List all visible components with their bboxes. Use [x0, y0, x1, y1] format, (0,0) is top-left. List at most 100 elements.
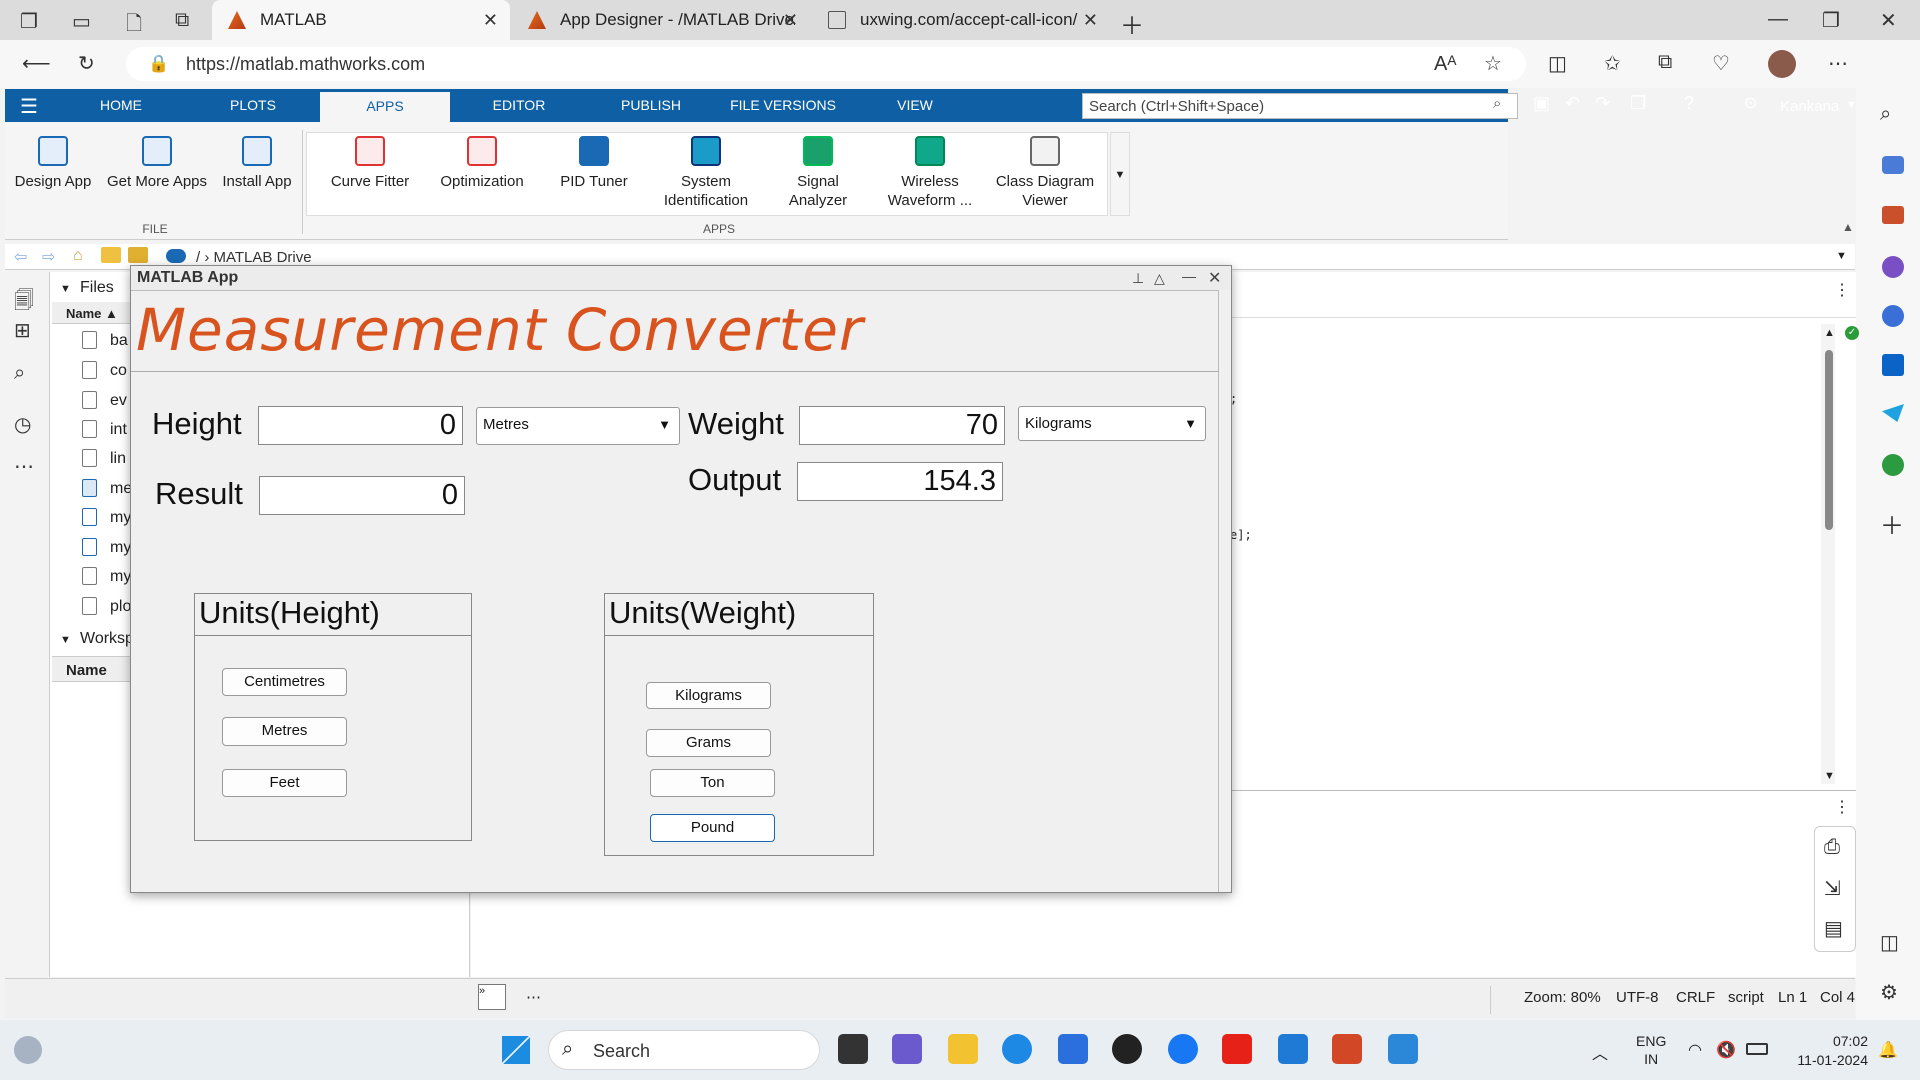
vscode-icon[interactable] — [1278, 1034, 1308, 1064]
language-indicator[interactable]: ENG IN — [1636, 1032, 1666, 1068]
pin-icon[interactable]: ⊥ — [1132, 270, 1144, 287]
undock-icon[interactable]: ⇲ — [1824, 876, 1841, 901]
height-unit-dropdown[interactable]: Metres ▼ — [476, 407, 680, 445]
battery-icon[interactable] — [1746, 1043, 1768, 1055]
command-prompt-icon[interactable]: » — [478, 984, 506, 1010]
print-icon[interactable]: ⎙ — [1824, 836, 1840, 859]
taskbar-search-box[interactable] — [548, 1030, 820, 1070]
back-icon[interactable]: ⟵ — [22, 51, 51, 76]
editor-more-icon[interactable]: ⋮ — [1834, 280, 1850, 300]
encoding-status[interactable]: UTF-8 — [1616, 989, 1659, 1006]
dell-icon[interactable] — [1112, 1034, 1142, 1064]
zoom-status[interactable]: Zoom: 80% — [1524, 989, 1601, 1006]
path-breadcrumb[interactable]: / › MATLAB Drive — [196, 249, 312, 266]
pid-tuner-button[interactable]: PID Tuner — [542, 132, 646, 191]
metres-button[interactable]: Metres — [222, 717, 347, 746]
file-item[interactable]: my — [110, 568, 131, 586]
file-item[interactable]: ba — [110, 332, 128, 350]
page-icon[interactable]: 🗋 — [126, 9, 142, 43]
sidebar-toggle-icon[interactable]: ◫ — [1880, 930, 1899, 955]
user-icon[interactable]: ⊙ — [1744, 93, 1757, 113]
task-view-icon[interactable] — [838, 1034, 868, 1064]
eol-status[interactable]: CRLF — [1676, 989, 1715, 1006]
speaker-muted-icon[interactable]: 🔇 — [1716, 1040, 1736, 1060]
settings-gear-icon[interactable]: ⚙ — [1880, 980, 1898, 1005]
line-status[interactable]: Ln 1 — [1778, 989, 1807, 1006]
lock-icon[interactable]: 🔒 — [148, 54, 169, 74]
minimize-icon[interactable]: — — [1182, 268, 1196, 284]
minimize-icon[interactable]: — — [1768, 8, 1788, 31]
close-window-icon[interactable]: ✕ — [1880, 8, 1897, 33]
teams-chat-icon[interactable] — [892, 1034, 922, 1064]
close-tab-icon[interactable]: ✕ — [1083, 10, 1098, 31]
wifi-icon[interactable]: ◠ — [1688, 1040, 1702, 1060]
file-item[interactable]: ev — [110, 392, 127, 410]
find-files-icon[interactable]: ⌕ — [14, 362, 25, 385]
file-item[interactable]: my — [110, 509, 131, 527]
back-arrow-icon[interactable]: ⇦ — [14, 247, 27, 267]
editor-scrollbar-thumb[interactable] — [1825, 350, 1833, 530]
collapse-workspace-icon[interactable]: ▼ — [60, 634, 71, 646]
favorites-icon[interactable]: ✩ — [1604, 51, 1621, 76]
add-icon[interactable]: ＋ — [1880, 506, 1904, 541]
curve-fitter-button[interactable]: Curve Fitter — [318, 132, 422, 191]
folder-icon[interactable] — [128, 247, 148, 263]
file-item[interactable]: my — [110, 539, 131, 557]
command-window-more-icon[interactable]: ⋮ — [1834, 797, 1850, 817]
edge-browser-icon[interactable] — [1002, 1034, 1032, 1064]
file-item[interactable]: int — [110, 421, 127, 439]
layout-icon[interactable]: ▤ — [1824, 916, 1843, 941]
current-folder-icon[interactable]: 🗐 — [14, 286, 34, 320]
collapse-toolstrip-icon[interactable]: ▲ — [1842, 220, 1854, 234]
workspace-name-header[interactable]: Name — [66, 662, 107, 679]
hamburger-menu-icon[interactable]: ☰ — [20, 94, 38, 119]
widgets-icon[interactable] — [14, 1036, 42, 1064]
windows-start-icon[interactable] — [502, 1036, 530, 1064]
wireless-waveform-button[interactable]: Wireless Waveform ... — [878, 132, 982, 210]
file-item[interactable]: co — [110, 362, 127, 380]
toolbox-icon[interactable] — [1882, 206, 1904, 224]
browser-tab-matlab[interactable]: MATLAB ✕ — [212, 0, 510, 40]
youtube-icon[interactable] — [1222, 1034, 1252, 1064]
tab-editor[interactable]: EDITOR — [454, 89, 584, 122]
ton-button[interactable]: Ton — [650, 769, 775, 797]
outlook-icon[interactable] — [1882, 354, 1904, 376]
design-app-button[interactable]: Design App — [10, 132, 96, 191]
tab-publish[interactable]: PUBLISH — [586, 89, 716, 122]
app-window-title[interactable]: MATLAB App — [131, 266, 1231, 290]
search-icon[interactable]: ⌕ — [1880, 103, 1891, 126]
install-app-button[interactable]: Install App — [216, 132, 298, 191]
close-tab-icon[interactable]: ✕ — [483, 10, 498, 31]
profile-avatar[interactable] — [1768, 50, 1796, 78]
tab-actions-icon[interactable]: ▭ — [72, 9, 91, 34]
system-identification-button[interactable]: System Identification — [654, 132, 758, 210]
redo-icon[interactable]: ↷ — [1595, 93, 1610, 114]
new-tab-icon[interactable]: ＋ — [1120, 6, 1144, 41]
file-item[interactable]: lin — [110, 450, 126, 468]
output-field[interactable]: 154.3 — [797, 462, 1003, 501]
maximize-icon[interactable]: △ — [1154, 270, 1165, 287]
class-diagram-viewer-button[interactable]: Class Diagram Viewer — [990, 132, 1100, 210]
tag-icon[interactable] — [1882, 156, 1904, 174]
feet-button[interactable]: Feet — [222, 769, 347, 797]
copilot-page-icon[interactable]: ⧉ — [175, 9, 189, 32]
tab-home[interactable]: HOME — [56, 89, 186, 122]
browse-folder-icon[interactable] — [101, 247, 121, 263]
refresh-icon[interactable]: ↻ — [78, 51, 95, 76]
forward-arrow-icon[interactable]: ⇨ — [42, 247, 55, 267]
tree-icon[interactable] — [1882, 454, 1904, 476]
file-item[interactable]: me — [110, 480, 132, 498]
search-icon[interactable]: ⌕ — [1493, 95, 1501, 112]
scroll-down-icon[interactable]: ▼ — [1824, 770, 1835, 782]
weight-input[interactable]: 70 — [799, 406, 1005, 445]
command-history-icon[interactable]: ◷ — [14, 412, 31, 437]
notification-bell-icon[interactable]: 🔔 — [1878, 1040, 1898, 1060]
code-ok-check-icon[interactable]: ✓ — [1845, 326, 1859, 340]
tab-file-versions[interactable]: FILE VERSIONS — [718, 89, 848, 122]
split-screen-icon[interactable]: ◫ — [1548, 51, 1567, 76]
facebook-icon[interactable] — [1168, 1034, 1198, 1064]
name-column-header[interactable]: Name ▲ — [66, 306, 118, 321]
height-input[interactable]: 0 — [258, 406, 463, 445]
switch-windows-icon[interactable]: ❐ — [1630, 93, 1646, 114]
save-icon[interactable]: ▣ — [1533, 93, 1550, 114]
